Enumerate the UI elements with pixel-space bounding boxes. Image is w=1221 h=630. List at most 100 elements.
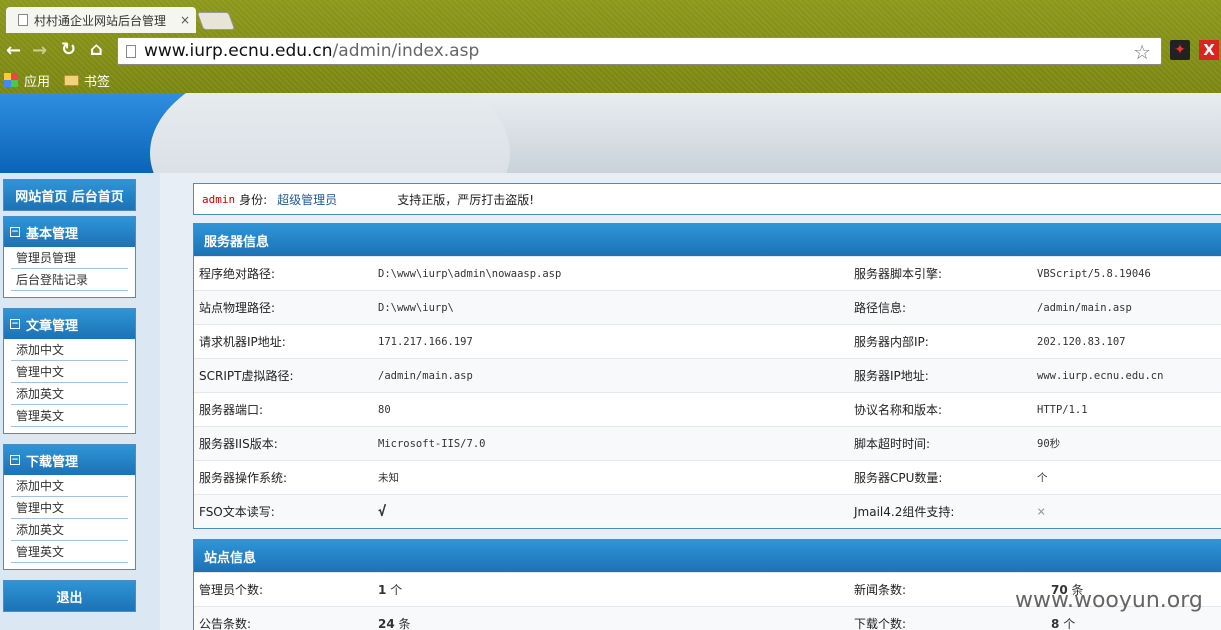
bookmark-star-icon[interactable]: ☆	[1133, 40, 1151, 64]
identity-label: 身份:	[239, 192, 268, 207]
row-label: 请求机器IP地址:	[199, 335, 286, 349]
row-label: 协议名称和版本:	[854, 403, 943, 417]
bookmark-folder-label: 书签	[84, 74, 111, 90]
row-label: Jmail4.2组件支持:	[854, 505, 955, 519]
sidebar-item-login-log[interactable]: 后台登陆记录	[11, 269, 128, 291]
extension-x-icon[interactable]: X	[1199, 40, 1219, 60]
page-header-banner	[0, 93, 1221, 173]
row-value: www.iurp.ecnu.edu.cn	[1037, 369, 1164, 382]
logout-button[interactable]: 退出	[4, 581, 135, 611]
sidebar-item-add-english[interactable]: 添加英文	[11, 383, 128, 405]
sidebar-item-manage-english[interactable]: 管理英文	[11, 541, 128, 563]
row-value: √	[378, 503, 387, 520]
address-bar[interactable]: www.iurp.ecnu.edu.cn/admin/index.asp ☆	[117, 37, 1162, 65]
forward-arrow-icon[interactable]: →	[32, 40, 47, 61]
row-value: 未知	[378, 472, 399, 484]
row-value: 202.120.83.107	[1037, 335, 1126, 348]
row-value: ×	[1037, 503, 1046, 520]
sidebar-section-header[interactable]: − 文章管理	[4, 309, 135, 339]
collapse-icon: −	[10, 227, 20, 237]
table-row: SCRIPT虚拟路径: /admin/main.asp 服务器IP地址: www.iu…	[194, 358, 1221, 392]
sidebar-section-header[interactable]: − 基本管理	[4, 217, 135, 247]
sidebar-item-add-chinese[interactable]: 添加中文	[11, 475, 128, 497]
row-label: 公告条数:	[199, 617, 252, 630]
url-host: www.iurp.ecnu.edu.cn	[144, 41, 333, 61]
count-unit: 个	[390, 583, 403, 597]
collapse-icon: −	[10, 455, 20, 465]
table-row: 程序绝对路径: D:\www\iurp\admin\nowaasp.asp 服务器脚…	[194, 256, 1221, 290]
section-title: 文章管理	[26, 318, 79, 334]
admin-role: 超级管理员	[277, 192, 338, 207]
panel-title: 服务器信息	[194, 224, 1221, 256]
reload-icon[interactable]: ↻	[61, 39, 76, 60]
bookmark-apps[interactable]: 应用	[4, 71, 50, 90]
browser-tab[interactable]: 村村通企业网站后台管理 ×	[6, 7, 196, 33]
table-row: 请求机器IP地址: 171.217.166.197 服务器内部IP: 202.120.…	[194, 324, 1221, 358]
home-icon[interactable]: ⌂	[90, 39, 103, 60]
row-label: 服务器端口:	[199, 403, 264, 417]
sidebar-top-links: 网站首页 后台首页	[3, 179, 136, 211]
row-value: 90秒	[1037, 438, 1061, 450]
row-label: 服务器IIS版本:	[199, 437, 278, 451]
sidebar-logout: 退出	[3, 580, 136, 612]
new-tab-button[interactable]	[196, 12, 236, 30]
row-value: HTTP/1.1	[1037, 403, 1088, 416]
page-icon	[18, 14, 28, 26]
main-content: admin 身份: 超级管理员 支持正版，严厉打击盗版! 服务器信息 程序绝对路…	[193, 183, 1221, 630]
row-value: 1 个	[378, 581, 854, 598]
bookmarks-bar: 应用 书签	[0, 69, 1221, 91]
folder-icon	[64, 74, 80, 86]
admin-notice: admin 身份: 超级管理员 支持正版，严厉打击盗版!	[193, 183, 1221, 215]
sidebar-section-downloads: − 下载管理 添加中文 管理中文 添加英文 管理英文	[3, 444, 136, 570]
table-row: 服务器IIS版本: Microsoft-IIS/7.0 脚本超时时间: 90秒	[194, 426, 1221, 460]
count-value: 24	[378, 617, 395, 630]
sidebar-item-add-chinese[interactable]: 添加中文	[11, 339, 128, 361]
row-label: 站点物理路径:	[199, 301, 276, 315]
row-value: Microsoft-IIS/7.0	[378, 437, 486, 450]
row-label: 服务器IP地址:	[854, 369, 929, 383]
home-links[interactable]: 网站首页 后台首页	[4, 180, 135, 210]
collapse-icon: −	[10, 319, 20, 329]
back-arrow-icon[interactable]: ←	[6, 40, 21, 61]
row-value: 个	[1037, 472, 1048, 484]
row-label: 服务器脚本引擎:	[854, 267, 943, 281]
bookmark-folder[interactable]: 书签	[64, 71, 110, 90]
table-row: 站点物理路径: D:\www\iurp\ 路径信息: /admin/main.asp	[194, 290, 1221, 324]
tab-close-icon[interactable]: ×	[180, 13, 190, 27]
row-value: /admin/main.asp	[378, 369, 473, 382]
row-label: 服务器CPU数量:	[854, 471, 943, 485]
page-icon	[126, 44, 136, 58]
row-value: 8 个	[1037, 615, 1221, 630]
row-value: VBScript/5.8.19046	[1037, 267, 1151, 280]
row-label: FSO文本读写:	[199, 505, 275, 519]
row-value: /admin/main.asp	[1037, 301, 1132, 314]
server-info-panel: 服务器信息 程序绝对路径: D:\www\iurp\admin\nowaasp.a…	[193, 223, 1221, 529]
sidebar-item-manage-chinese[interactable]: 管理中文	[11, 361, 128, 383]
row-label: 服务器内部IP:	[854, 335, 929, 349]
tab-title: 村村通企业网站后台管理	[34, 13, 167, 28]
sidebar-item-manage-chinese[interactable]: 管理中文	[11, 497, 128, 519]
sidebar-item-manage-english[interactable]: 管理英文	[11, 405, 128, 427]
table-row: 服务器端口: 80 协议名称和版本: HTTP/1.1	[194, 392, 1221, 426]
count-unit: 个	[1063, 617, 1076, 630]
bookmark-apps-label: 应用	[24, 74, 51, 90]
row-label: 程序绝对路径:	[199, 267, 276, 281]
slogan-text: 支持正版，严厉打击盗版!	[397, 192, 534, 207]
row-label: 下载个数:	[854, 617, 907, 630]
row-value: D:\www\iurp\admin\nowaasp.asp	[378, 267, 562, 280]
sidebar-section-header[interactable]: − 下载管理	[4, 445, 135, 475]
count-value: 8	[1051, 617, 1060, 630]
row-label: 新闻条数:	[854, 583, 907, 597]
table-row: FSO文本读写: √ Jmail4.2组件支持: ×	[194, 494, 1221, 528]
count-unit: 条	[398, 617, 411, 630]
sidebar-item-add-english[interactable]: 添加英文	[11, 519, 128, 541]
section-title: 基本管理	[26, 226, 79, 242]
row-label: 管理员个数:	[199, 583, 264, 597]
site-info-panel: 站点信息 管理员个数: 1 个新闻条数: 70 条公告条数: 24 条下载个数: 8 个	[193, 539, 1221, 630]
pdf-extension-icon[interactable]: ✦	[1170, 40, 1190, 60]
table-row: 服务器操作系统: 未知 服务器CPU数量: 个	[194, 460, 1221, 494]
server-info-table: 程序绝对路径: D:\www\iurp\admin\nowaasp.asp 服务器脚…	[194, 256, 1221, 528]
header-curve-shape	[150, 93, 510, 173]
section-title: 下载管理	[26, 454, 79, 470]
sidebar-item-admin-manage[interactable]: 管理员管理	[11, 247, 128, 269]
